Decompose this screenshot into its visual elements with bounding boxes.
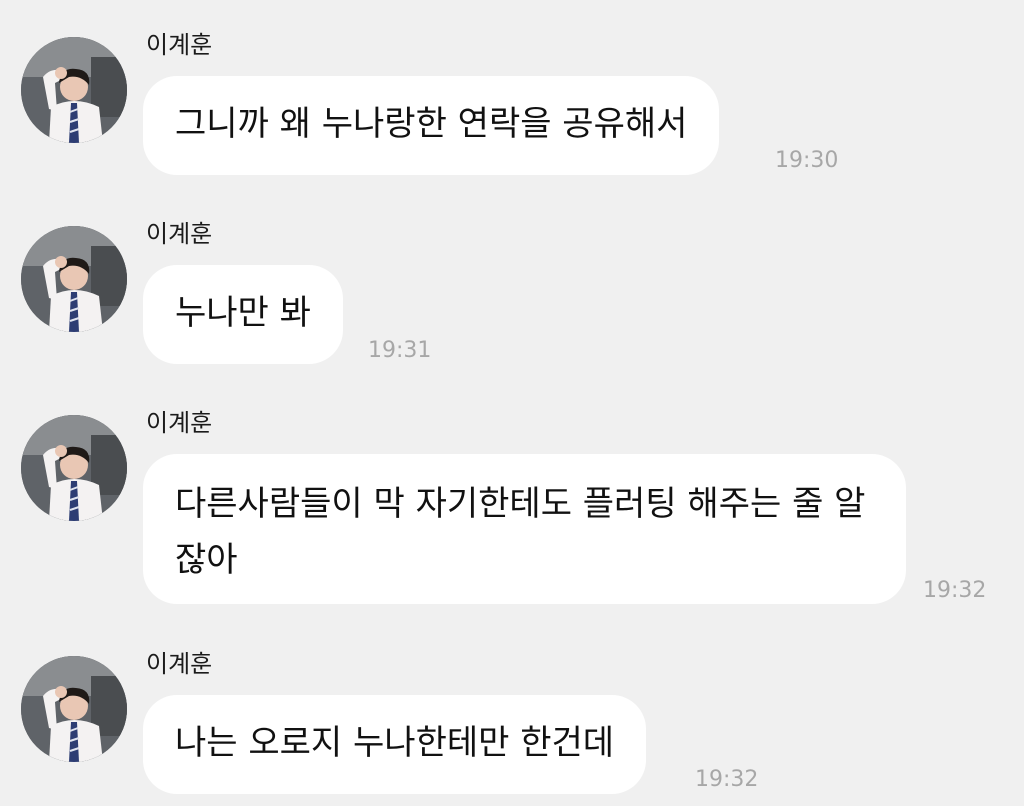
message-timestamp: 19:32: [923, 578, 987, 603]
profile-photo-icon: [21, 226, 127, 332]
profile-photo-icon: [21, 656, 127, 762]
sender-avatar[interactable]: [21, 226, 127, 332]
sender-name: 이계훈: [146, 650, 213, 678]
message-timestamp: 19:30: [775, 148, 839, 173]
message-bubble[interactable]: 나는 오로지 누나한테만 한건데: [143, 695, 647, 794]
sender-name: 이계훈: [146, 220, 213, 248]
profile-photo-icon: [21, 37, 127, 143]
message-bubble[interactable]: 누나만 봐: [143, 265, 343, 364]
message-bubble[interactable]: 다른사람들이 막 자기한테도 플러팅 해주는 줄 알잖아: [143, 454, 906, 604]
sender-name: 이계훈: [146, 409, 213, 437]
sender-name: 이계훈: [146, 31, 213, 59]
message-bubble[interactable]: 그니까 왜 누나랑한 연락을 공유해서: [143, 76, 720, 175]
profile-photo-icon: [21, 415, 127, 521]
message-timestamp: 19:32: [695, 767, 759, 792]
sender-avatar[interactable]: [21, 415, 127, 521]
sender-avatar[interactable]: [21, 37, 127, 143]
sender-avatar[interactable]: [21, 656, 127, 762]
message-timestamp: 19:31: [368, 338, 432, 363]
